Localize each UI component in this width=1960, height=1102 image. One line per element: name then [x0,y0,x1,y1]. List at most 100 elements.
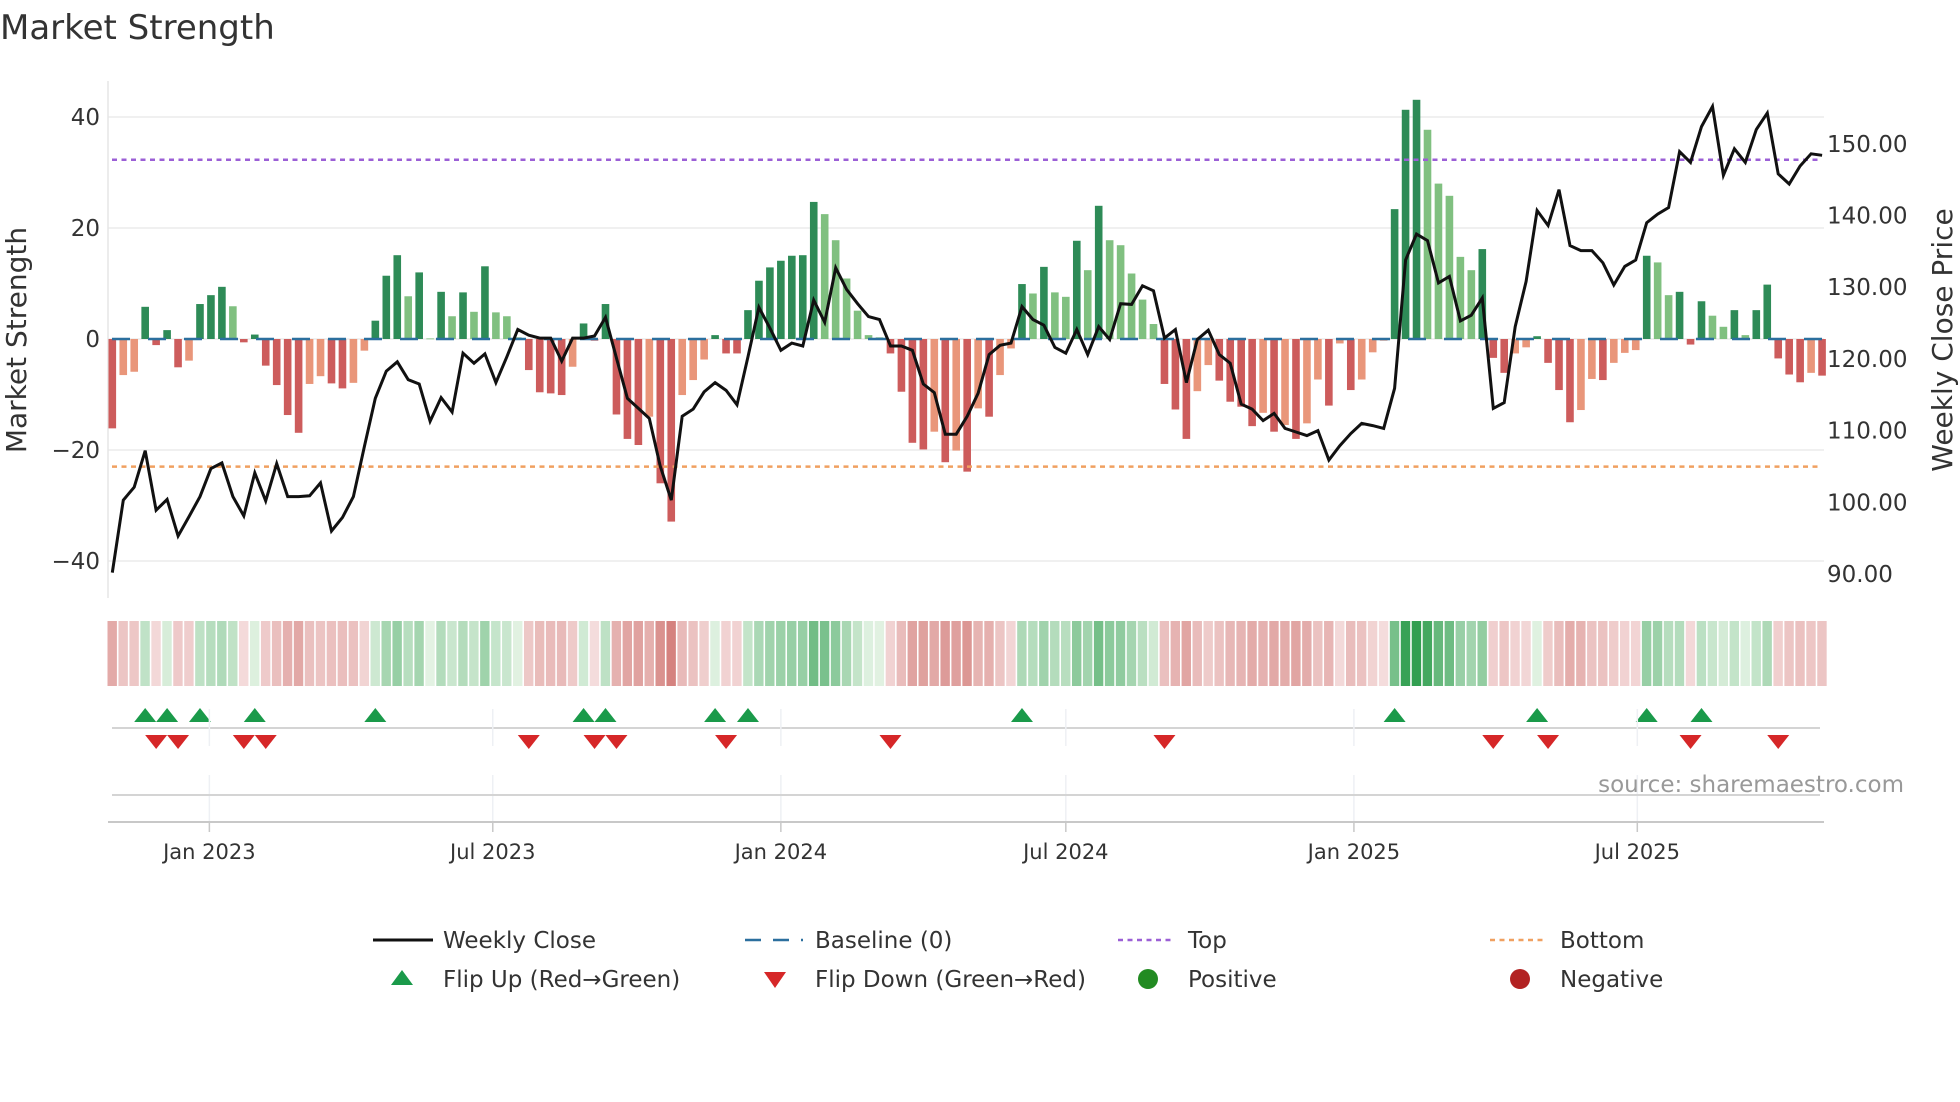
strength-bar [853,310,862,339]
flip-down-marker [167,735,190,749]
heat-cell [1335,621,1345,686]
heat-cell [1718,621,1729,686]
heat-cell [1521,621,1531,686]
heat-cell [1039,621,1049,686]
heat-cell [1247,621,1257,686]
strength-bar [294,339,303,433]
strength-bar [1763,284,1772,339]
heat-cell [841,621,852,686]
legend-item: Bottom [1490,928,1644,954]
heat-cell [1652,621,1663,686]
flip-up-marker [594,708,617,722]
strength-bar [744,310,752,339]
heat-cell [1806,621,1816,686]
strength-bar [535,339,544,393]
flip-up-marker [736,708,759,722]
flip-down-marker [1482,735,1505,749]
strength-bar [798,255,807,339]
heat-cell [1280,621,1290,686]
flip-up-marker [188,708,211,722]
heat-cell [611,621,622,686]
heat-cell [787,621,797,686]
strength-bar [185,339,193,361]
heat-cell [271,621,282,686]
heat-cell [1269,621,1279,686]
strength-bar [1686,339,1695,345]
y2-axis-ticks: 150.00 140.00 130.00 120.00 110.00 100.00 90.0… [1827,132,1907,588]
strength-bar [1620,339,1629,353]
heat-cell [765,621,775,686]
heat-strip [107,621,1827,686]
strength-bar [930,339,939,432]
heat-cell [480,621,490,686]
heat-cell [1028,621,1038,686]
heat-cell [436,621,446,686]
y-tick-label: −20 [51,438,100,464]
y2-tick-label: 140.00 [1827,204,1907,230]
heat-cell [1685,621,1696,686]
heat-cell [304,621,315,686]
strength-bar [1127,273,1136,339]
strength-bar [733,339,741,354]
heat-cell [1225,621,1235,686]
strength-bar [831,240,840,339]
flip-up-marker [1635,708,1658,722]
strength-bar [700,339,708,360]
strength-bar [130,339,139,372]
y-tick-label: 40 [71,105,100,131]
strength-bar [777,260,785,339]
strength-bar [645,339,654,417]
flip-up-marker [364,708,387,722]
y2-axis-title: Weekly Close Price [1926,208,1959,471]
legend-label: Flip Up (Red→Green) [443,967,680,993]
strength-bar [1456,256,1465,339]
heat-cell [984,621,994,686]
strength-bar [1653,262,1662,339]
strength-bar [272,339,281,386]
heat-cell [381,621,391,686]
x-tick-label: Jul 2024 [1021,840,1108,864]
heat-cell [1729,621,1739,686]
strength-bar [1423,129,1432,339]
heat-cell [677,621,687,686]
heat-cell [447,621,457,686]
heat-cell [743,621,753,686]
strength-bar [1281,339,1289,426]
heat-cell [282,621,293,686]
strength-bar [1105,240,1114,339]
flip-up-marker [704,708,727,722]
heat-cell [118,621,128,686]
y2-tick-label: 150.00 [1827,132,1907,158]
strength-bar [1719,326,1728,339]
heat-cell [1345,621,1356,686]
heat-cell [995,621,1005,686]
strength-bar [788,255,796,339]
y-axis-title: Market Strength [0,227,33,453]
strength-bar [546,339,555,394]
strength-bar [941,339,950,463]
heat-cell [326,621,337,686]
strength-bar [1083,270,1092,339]
flip-down-marker [1537,735,1560,749]
strength-bar [1675,291,1684,339]
heat-cell [1587,621,1597,686]
strength-bar [1752,310,1761,339]
heat-cell [523,621,534,686]
y-tick-label: 20 [71,216,100,242]
legend-item: Flip Down (Green→Red) [764,967,1086,993]
strength-bar [678,339,687,396]
strength-bar [338,339,347,389]
heat-cell [1356,621,1367,686]
strength-bar [1259,339,1267,413]
heat-cell [830,621,841,686]
heat-cell [293,621,304,686]
heat-cell [1565,621,1575,686]
strength-bar [382,275,391,339]
heat-cell [699,621,709,686]
legend-item: Positive [1138,967,1277,993]
heat-cell [1258,621,1268,686]
heat-cell [1707,621,1718,686]
heat-cell [962,621,972,686]
heat-cell [1543,621,1553,686]
heat-cell [1126,621,1137,686]
